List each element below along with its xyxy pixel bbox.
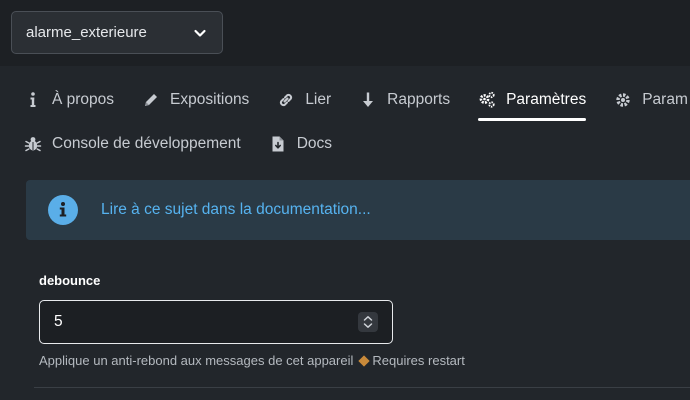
documentation-link[interactable]: Lire à ce sujet dans la documentation... bbox=[101, 201, 371, 219]
tab-label: Lier bbox=[305, 91, 332, 108]
tab-about[interactable]: À propos bbox=[24, 88, 114, 112]
device-select[interactable]: alarme_exterieure bbox=[11, 11, 223, 54]
restart-note: Requires restart bbox=[372, 353, 465, 368]
number-stepper[interactable] bbox=[358, 312, 378, 332]
info-banner: Lire à ce sujet dans la documentation... bbox=[26, 180, 690, 240]
tab-label: Param bbox=[642, 91, 688, 108]
tab-label: Rapports bbox=[387, 91, 451, 108]
tab-label: Console de développement bbox=[52, 135, 241, 152]
debounce-help: Applique un anti-rebond aux messages de … bbox=[39, 353, 465, 368]
info-icon bbox=[30, 92, 36, 107]
help-text: Applique un anti-rebond aux messages de … bbox=[39, 353, 354, 368]
tab-expositions[interactable]: Expositions bbox=[142, 88, 249, 112]
device-select-value: alarme_exterieure bbox=[26, 24, 147, 41]
tabs-row: À propos Expositions Lier Rapports Param… bbox=[24, 88, 690, 121]
tab-label: Expositions bbox=[170, 91, 250, 108]
tab-reports[interactable]: Rapports bbox=[359, 88, 450, 112]
tab-dev-console[interactable]: Console de développement bbox=[24, 132, 241, 156]
tab-bind[interactable]: Lier bbox=[277, 88, 331, 112]
gear-icon bbox=[616, 93, 630, 107]
debounce-value: 5 bbox=[54, 313, 63, 330]
stepper-arrows-icon bbox=[363, 316, 373, 328]
divider bbox=[34, 387, 690, 388]
bug-icon bbox=[24, 137, 42, 152]
tab-settings-specific[interactable]: Param bbox=[614, 88, 688, 112]
tab-label: Docs bbox=[296, 135, 333, 152]
gears-icon bbox=[479, 91, 495, 108]
tab-docs[interactable]: Docs bbox=[269, 132, 332, 156]
debounce-input[interactable]: 5 bbox=[39, 300, 393, 344]
top-bar: alarme_exterieure bbox=[0, 0, 690, 66]
tabs-row: Console de développement Docs bbox=[24, 132, 360, 156]
tab-label: À propos bbox=[52, 91, 115, 108]
debounce-label: debounce bbox=[39, 273, 101, 288]
tab-label: Paramètres bbox=[506, 91, 587, 108]
info-circle-icon bbox=[48, 195, 78, 225]
pencil-icon bbox=[145, 94, 158, 106]
link-icon bbox=[280, 93, 293, 107]
arrow-down-icon bbox=[363, 92, 374, 107]
chevron-down-icon bbox=[194, 29, 206, 37]
file-download-icon bbox=[272, 136, 284, 152]
tab-settings[interactable]: Paramètres bbox=[478, 88, 587, 121]
restart-diamond-icon bbox=[358, 354, 371, 367]
